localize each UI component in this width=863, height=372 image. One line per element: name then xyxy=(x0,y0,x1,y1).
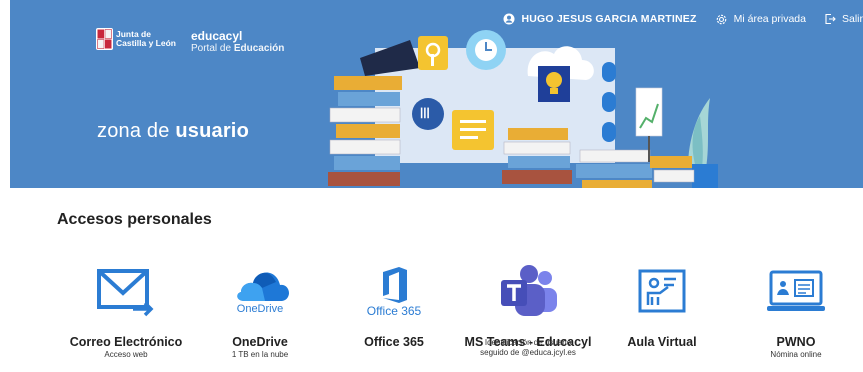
portal-subtitle: Portal de Educación xyxy=(191,43,284,55)
coat-of-arms-icon xyxy=(96,28,113,50)
page-title-bold: usuario xyxy=(175,120,249,142)
office365-logo-text: Office 365 xyxy=(366,304,422,318)
card-email-icon-wrap xyxy=(56,255,196,329)
svg-text:ꟾꟾꟾ: ꟾꟾꟾ xyxy=(420,107,430,121)
payroll-monitor-icon xyxy=(767,270,825,311)
cloud-icon xyxy=(237,272,289,301)
card-pwno-icon-wrap xyxy=(726,255,863,329)
mail-icon xyxy=(97,269,154,317)
onedrive-logo-text: OneDrive xyxy=(236,303,284,315)
org-line2: Castilla y León xyxy=(116,38,176,48)
logout-icon xyxy=(825,13,836,25)
page-title: zona de usuario xyxy=(97,120,249,143)
card-email-name: Correo Electrónico xyxy=(69,335,183,349)
header-banner: HUGO JESUS GARCIA MARTINEZ Mi área priva… xyxy=(10,0,863,188)
logout-label: Salir xyxy=(841,13,863,25)
card-email-sub: Acceso web xyxy=(104,350,148,359)
classroom-icon xyxy=(638,269,686,313)
private-area-label: Mi área privada xyxy=(733,13,806,25)
portal-title: educacyl xyxy=(191,29,243,43)
page-title-prefix: zona de xyxy=(97,120,176,142)
card-office365[interactable]: Office 365 Office 365 xyxy=(324,255,464,349)
card-pwno-sub: Nómina online xyxy=(770,350,822,359)
card-pwno-name: PWNO xyxy=(776,335,816,349)
card-onedrive[interactable]: OneDrive OneDrive 1 TB en la nube xyxy=(190,255,330,359)
card-onedrive-icon-wrap: OneDrive xyxy=(190,255,330,329)
portal-subtitle-prefix: Portal de xyxy=(191,43,234,54)
card-onedrive-sub: 1 TB en la nube xyxy=(231,350,289,359)
office-icon xyxy=(383,267,407,303)
card-office365-name: Office 365 xyxy=(364,335,424,349)
logo[interactable]: Junta de Castilla y León educacyl Portal… xyxy=(96,28,284,55)
card-aula-icon-wrap xyxy=(592,255,732,329)
logout-link[interactable]: Salir xyxy=(824,13,863,25)
card-email[interactable]: Correo Electrónico Acceso web xyxy=(56,255,196,359)
card-teams[interactable]: MS Teams - Educacyl Identificación de us… xyxy=(458,255,598,357)
card-onedrive-name: OneDrive xyxy=(232,335,288,349)
teams-icon xyxy=(501,265,557,316)
portal-brand: educacyl Portal de Educación xyxy=(191,30,284,55)
card-teams-sub2: seguido de @educa.jcyl.es xyxy=(480,348,576,357)
portal-subtitle-bold: Educación xyxy=(233,43,285,54)
card-office365-icon-wrap: Office 365 xyxy=(324,255,464,329)
card-pwno[interactable]: PWNO Nómina online xyxy=(726,255,863,359)
jcyl-logo: Junta de Castilla y León xyxy=(96,28,176,50)
card-aula-name: Aula Virtual xyxy=(627,335,697,349)
card-teams-icon-wrap xyxy=(458,255,598,329)
education-illustration: ꟾꟾꟾ xyxy=(328,30,718,188)
section-title: Accesos personales xyxy=(57,211,212,228)
card-aula-virtual[interactable]: Aula Virtual xyxy=(592,255,732,349)
